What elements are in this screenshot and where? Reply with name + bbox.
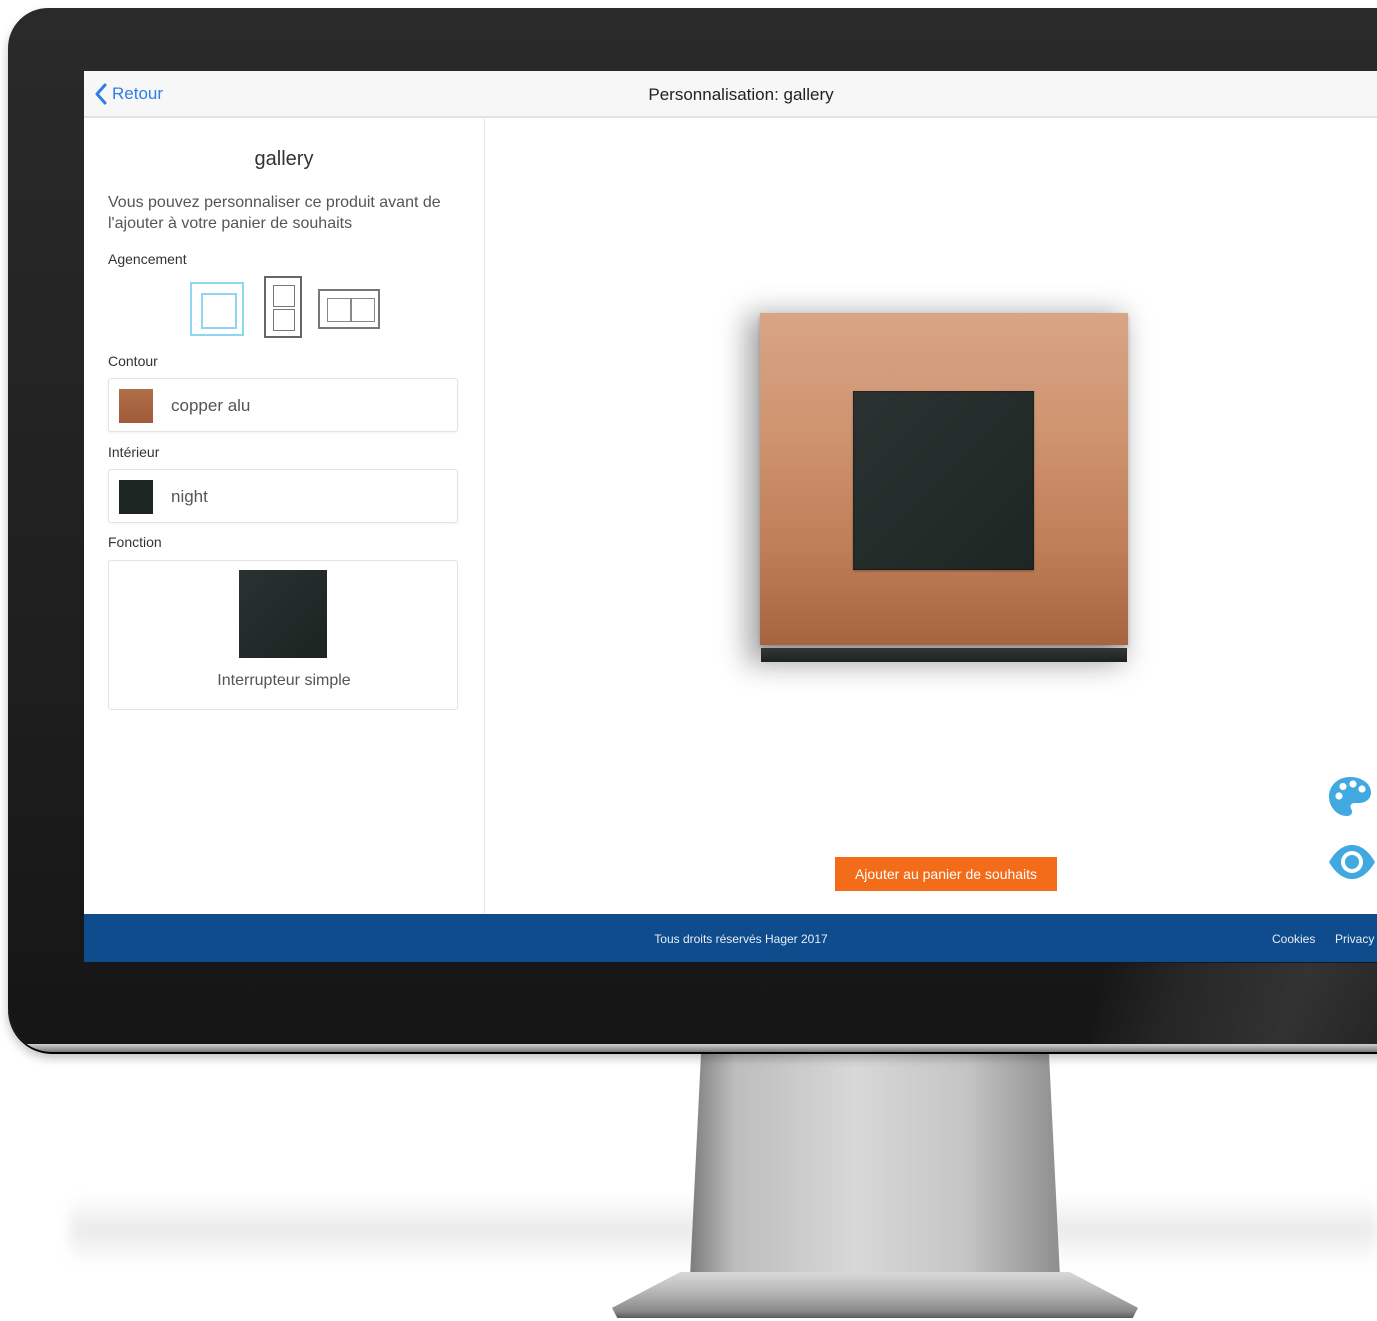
privacy-link[interactable]: Privacy [1335,932,1374,946]
layout-double-vertical-option[interactable] [264,276,302,338]
top-navigation-bar: Retour Personnalisation: gallery [84,71,1377,118]
single-frame-icon [201,293,237,329]
footer: Tous droits réservés Hager 2017 Cookies … [84,914,1377,962]
intro-text: Vous pouvez personnaliser ce produit ava… [108,194,441,232]
interior-color-swatch [119,480,153,514]
function-label: Fonction [108,534,162,550]
product-name: gallery [254,148,314,170]
frame-cell-icon [351,298,375,322]
monitor-stand [690,1052,1060,1277]
product-preview: Ajouter au panier de souhaits [485,118,1377,914]
page-title: Personnalisation: gallery [648,85,834,104]
app-screen: Retour Personnalisation: gallery gallery… [84,71,1377,962]
bezel-glare [1088,963,1377,1052]
frame-cell-icon [273,309,295,331]
monitor-bottom-lip [8,1044,1377,1052]
contour-value: copper alu [171,396,251,415]
contour-select[interactable]: copper alu [108,378,458,432]
layout-label: Agencement [108,251,187,267]
cookies-link[interactable]: Cookies [1272,932,1315,946]
palette-icon[interactable] [1327,774,1373,820]
function-select[interactable]: Interrupteur simple [108,560,458,710]
frame-cell-icon [327,298,351,322]
monitor-stand-base [612,1272,1138,1318]
switch-plate-insert [853,391,1034,570]
add-to-wishlist-button[interactable]: Ajouter au panier de souhaits [835,857,1057,891]
switch-plate-edge [761,648,1127,662]
contour-color-swatch [119,389,153,423]
interior-select[interactable]: night [108,469,458,523]
contour-label: Contour [108,353,158,369]
interior-label: Intérieur [108,444,160,460]
switch-thumbnail [239,570,327,658]
interior-value: night [171,487,208,506]
layout-single-option[interactable] [190,282,244,336]
frame-cell-icon [273,285,295,307]
function-value: Interrupteur simple [217,672,351,689]
eye-icon[interactable] [1327,842,1377,882]
copyright-text: Tous droits réservés Hager 2017 [654,932,828,946]
layout-double-horizontal-option[interactable] [318,289,380,329]
customization-panel: gallery Vous pouvez personnaliser ce pro… [84,118,485,914]
